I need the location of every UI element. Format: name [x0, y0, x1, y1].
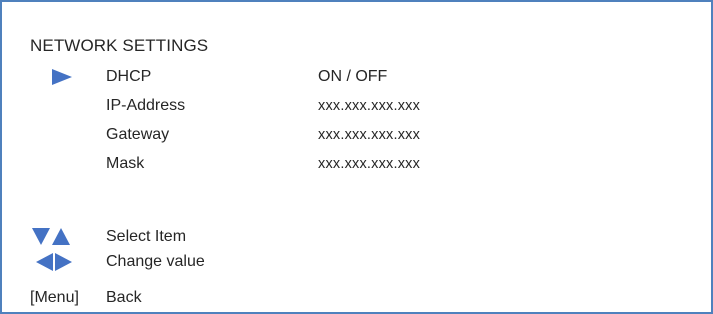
setting-row-ip-address[interactable]: IP-Address xxx.xxx.xxx.xxx	[2, 95, 711, 117]
selection-cursor-icon	[52, 69, 72, 85]
setting-label: Mask	[106, 155, 145, 172]
menu-key-label: [Menu]	[30, 289, 79, 306]
setting-row-gateway[interactable]: Gateway xxx.xxx.xxx.xxx	[2, 124, 711, 146]
setting-label: DHCP	[106, 68, 152, 85]
arrow-left-icon	[36, 253, 53, 271]
page-title: NETWORK SETTINGS	[30, 36, 209, 55]
arrow-right-icon	[55, 253, 72, 271]
legend-back-text: Back	[106, 289, 142, 306]
setting-row-dhcp[interactable]: DHCP ON / OFF	[2, 66, 711, 88]
legend-back: [Menu] Back	[2, 287, 711, 309]
setting-value[interactable]: ON / OFF	[318, 66, 387, 88]
setting-row-mask[interactable]: Mask xxx.xxx.xxx.xxx	[2, 153, 711, 175]
network-settings-screen: NETWORK SETTINGS DHCP ON / OFF IP-Addres…	[0, 0, 713, 314]
setting-label: Gateway	[106, 126, 170, 143]
arrow-up-icon	[52, 228, 70, 245]
setting-value[interactable]: xxx.xxx.xxx.xxx	[318, 124, 420, 146]
legend-select-text: Select Item	[106, 228, 187, 245]
legend-select-item: Select Item	[2, 226, 711, 248]
setting-value[interactable]: xxx.xxx.xxx.xxx	[318, 95, 420, 117]
legend-change-value: Change value	[2, 251, 711, 273]
legend-change-text: Change value	[106, 253, 205, 270]
arrow-down-icon	[32, 228, 50, 245]
setting-label: IP-Address	[106, 97, 186, 114]
setting-value[interactable]: xxx.xxx.xxx.xxx	[318, 153, 420, 175]
